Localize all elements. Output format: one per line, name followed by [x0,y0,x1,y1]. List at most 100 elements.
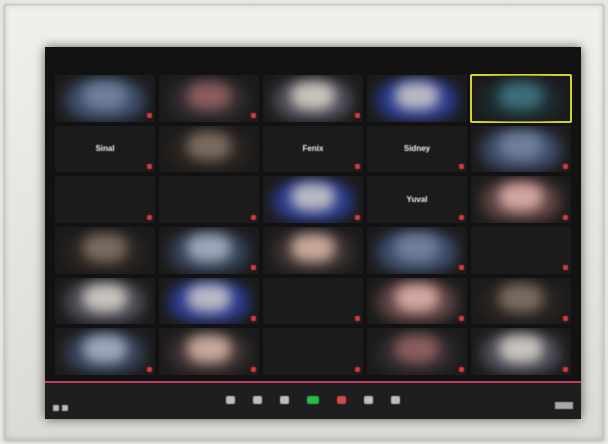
participant-tile[interactable] [367,75,467,122]
participant-name-label [145,214,152,221]
share-screen-button[interactable] [364,396,373,406]
participant-tile[interactable] [263,75,363,122]
participant-tile[interactable] [159,277,259,325]
participant-face [83,233,127,262]
participant-tile[interactable] [367,328,467,375]
muted-microphone-icon [355,315,360,321]
audio-controls[interactable] [53,405,68,411]
participant-tile[interactable] [55,75,155,122]
people-icon [307,396,319,404]
participant-name-label [457,214,464,221]
participant-face [291,233,335,262]
muted-microphone-icon [251,366,256,372]
participant-face [395,233,439,262]
microphone-icon[interactable] [53,405,59,411]
participant-tile[interactable] [159,75,259,122]
stop-video-button[interactable] [253,396,262,406]
participant-tile[interactable] [263,227,363,274]
chevron-up-icon[interactable] [62,405,68,411]
participant-name-label [561,366,568,373]
muted-microphone-icon [563,214,568,220]
participant-tile[interactable] [159,328,259,375]
participant-face [187,132,231,161]
participant-tile[interactable] [263,176,363,223]
participant-face [291,182,335,211]
participants-button[interactable] [307,396,319,406]
participant-face [187,233,231,262]
muted-microphone-icon [355,214,360,220]
participant-display-name: Yuval [406,194,428,204]
participant-name-label [145,113,152,120]
participant-name-label [353,315,360,322]
muted-microphone-icon [563,315,568,321]
participant-tile[interactable] [367,277,467,325]
end-meeting-button[interactable] [555,402,573,409]
participant-tile[interactable] [55,227,155,274]
participant-face [291,81,335,110]
participant-face [83,334,127,363]
participant-tile[interactable] [471,125,571,173]
participant-tile[interactable] [471,176,571,223]
participant-tile[interactable] [367,227,467,274]
muted-microphone-icon [459,163,464,169]
muted-microphone-icon [563,366,568,372]
participant-tile[interactable] [55,277,155,325]
participant-tile[interactable] [471,277,571,325]
participant-face [395,81,439,110]
participant-tile[interactable]: Yuval [367,176,467,223]
participant-face [187,284,231,313]
participant-tile[interactable]: Sidney [367,125,467,173]
participant-face [187,334,231,363]
participant-name-label [249,315,256,322]
muted-microphone-icon [459,366,464,372]
muted-microphone-icon [147,163,152,169]
muted-microphone-icon [563,265,568,271]
participant-face [499,132,543,161]
muted-microphone-icon [251,315,256,321]
participant-tile[interactable] [471,328,571,375]
participant-tile[interactable] [471,227,571,274]
participant-tile[interactable] [470,74,572,123]
muted-microphone-icon [251,265,256,271]
toolbar-buttons [226,396,400,406]
participant-tile[interactable] [263,328,363,375]
muted-microphone-icon [459,315,464,321]
security-button[interactable] [280,396,289,406]
muted-microphone-icon [147,214,152,220]
participant-name-label [561,214,568,221]
chat-icon [337,396,346,404]
participant-name-label [353,113,360,120]
participant-face [499,334,543,363]
participant-face [83,284,127,313]
participant-name-label [561,315,568,322]
participant-tile[interactable] [55,328,155,375]
participant-face [395,334,439,363]
participant-tile[interactable] [159,125,259,173]
muted-microphone-icon [355,163,360,169]
participant-face [499,284,543,313]
participant-name-label [249,265,256,272]
participant-tile[interactable] [159,176,259,223]
participant-name-label [457,366,464,373]
participant-tile[interactable]: Sinal [55,125,155,173]
participant-tile[interactable]: Fenix [263,125,363,173]
participant-face [83,81,127,110]
chat-button[interactable] [337,396,346,406]
participant-tile[interactable] [159,227,259,274]
participant-name-label [561,265,568,272]
muted-microphone-icon [563,163,568,169]
mute-button[interactable] [226,396,235,406]
shield-icon [280,396,289,404]
participant-tile[interactable] [55,176,155,223]
participant-name-label [249,214,256,221]
muted-microphone-icon [147,366,152,372]
smile-icon [391,396,400,404]
reactions-button[interactable] [391,396,400,406]
participant-display-name: Fenix [302,144,324,154]
participant-face [395,284,439,313]
participant-name-label [145,366,152,373]
participant-name-label [457,315,464,322]
participant-display-name: Sidney [403,144,431,154]
participant-tile[interactable] [263,277,363,325]
meeting-toolbar [45,381,581,419]
